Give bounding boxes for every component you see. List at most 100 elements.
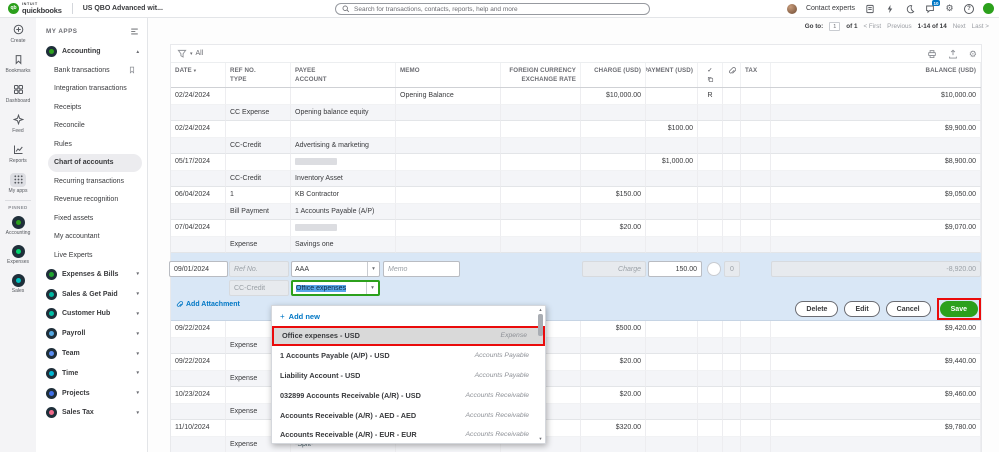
dropdown-item-accounts-receivable-a-r-aed-aed[interactable]: Accounts Receivable (A/R) - AED - AEDAcc…	[272, 405, 545, 425]
cell-tax	[741, 354, 771, 371]
rail-pinned-sales[interactable]: Sales	[0, 269, 36, 298]
filter-icon[interactable]	[177, 49, 187, 59]
rail-item-reports[interactable]: Reports	[0, 138, 36, 168]
rail-item-feed[interactable]: Feed	[0, 108, 36, 138]
chevron-down-icon[interactable]: ▾	[136, 271, 139, 277]
first-page-link[interactable]: < First	[863, 23, 881, 30]
delete-button[interactable]: Delete	[795, 301, 838, 317]
next-page-link[interactable]: Next	[953, 23, 966, 30]
sidebar-section-payroll[interactable]: Payroll▾	[36, 324, 147, 344]
table-settings-icon[interactable]: ⚙	[969, 50, 977, 59]
dark-mode-icon[interactable]	[904, 3, 915, 14]
last-page-link[interactable]: Last >	[972, 23, 989, 30]
rail-item-my-apps[interactable]: My apps	[0, 168, 36, 198]
rail-item-bookmarks[interactable]: Bookmarks	[0, 48, 36, 78]
chevron-down-icon[interactable]: ▾	[136, 410, 139, 416]
sidebar-item-revenue-recognition[interactable]: Revenue recognition	[48, 191, 142, 210]
print-icon[interactable]	[927, 49, 937, 59]
edit-button[interactable]: Edit	[844, 301, 879, 317]
scrollbar-thumb[interactable]	[538, 314, 543, 336]
sidebar-section-sales-tax[interactable]: Sales Tax▾	[36, 403, 147, 423]
rail-item-dashboard[interactable]: Dashboard	[0, 78, 36, 108]
scroll-down-icon[interactable]: ▼	[539, 437, 543, 441]
sidebar-item-recurring-transactions[interactable]: Recurring transactions	[48, 172, 142, 191]
chevron-down-icon[interactable]: ▾	[136, 311, 139, 317]
notifications-icon[interactable]: 10	[924, 3, 935, 14]
cell-date: 05/17/2024	[171, 154, 226, 171]
table-row[interactable]: 02/24/2024Opening Balance$10,000.00R$10,…	[171, 88, 981, 121]
collapse-sidebar-icon[interactable]	[130, 27, 139, 36]
previous-page-link[interactable]: Previous	[887, 23, 912, 30]
sidebar-section-accounting[interactable]: Accounting ▴	[36, 42, 147, 61]
save-button[interactable]: Save	[940, 301, 978, 317]
column-header-attachment	[723, 63, 741, 87]
dropdown-item-liability-account-usd[interactable]: Liability Account - USDAccounts Payable	[272, 366, 545, 386]
page-number-input[interactable]: 1	[829, 22, 840, 31]
sidebar-section-time[interactable]: Time▾	[36, 363, 147, 383]
sidebar-item-reconcile[interactable]: Reconcile	[48, 117, 142, 136]
help-icon[interactable]: ?	[964, 4, 974, 14]
sidebar-item-bank-transactions[interactable]: Bank transactions	[48, 61, 142, 80]
sidebar-item-live-experts[interactable]: Live Experts	[48, 246, 142, 265]
table-row[interactable]: 06/04/20241KB Contractor$150.00$9,050.00…	[171, 187, 981, 220]
dropdown-item-032899-accounts-receivable-a-r-usd[interactable]: 032899 Accounts Receivable (A/R) - USDAc…	[272, 385, 545, 405]
tasks-icon[interactable]	[864, 3, 875, 14]
sidebar-section-sales-get-paid[interactable]: Sales & Get Paid▾	[36, 284, 147, 304]
sidebar-item-integration-transactions[interactable]: Integration transactions	[48, 80, 142, 99]
add-attachment-link[interactable]: Add Attachment	[176, 301, 240, 308]
global-search-input[interactable]: Search for transactions, contacts, repor…	[335, 3, 650, 15]
table-row[interactable]: 02/24/2024$100.00$9,900.00CC-CreditAdver…	[171, 121, 981, 154]
rail-pinned-accounting[interactable]: Accounting	[0, 211, 36, 240]
sidebar-item-rules[interactable]: Rules	[48, 135, 142, 154]
sidebar-section-expenses-bills[interactable]: Expenses & Bills▾	[36, 265, 147, 285]
rail-item-create[interactable]: Create	[0, 18, 36, 48]
sidebar-item-chart-of-accounts[interactable]: Chart of accounts	[48, 154, 142, 173]
dropdown-item-accounts-receivable-a-r-eur-eur[interactable]: Accounts Receivable (A/R) - EUR - EURAcc…	[272, 425, 545, 444]
payee-select[interactable]: AAA ▾	[291, 261, 380, 277]
table-row[interactable]: 05/17/2024$1,000.00$8,900.00CC-CreditInv…	[171, 154, 981, 187]
chevron-down-icon[interactable]: ▾	[190, 51, 193, 57]
payment-input[interactable]: 150.00	[648, 261, 702, 277]
column-header-date[interactable]: DATE▾	[171, 63, 226, 87]
dropdown-item-1-accounts-payable-a-p-usd[interactable]: 1 Accounts Payable (A/P) - USDAccounts P…	[272, 346, 545, 366]
account-select[interactable]: Office expenses ▾	[291, 280, 380, 296]
ref-no-input[interactable]: Ref No.	[229, 261, 289, 277]
sidebar-item-receipts[interactable]: Receipts	[48, 98, 142, 117]
reconcile-checkbox[interactable]	[707, 262, 721, 276]
rail-pinned-expenses[interactable]: Expenses	[0, 240, 36, 269]
charge-input[interactable]: Charge	[582, 261, 646, 277]
chevron-down-icon[interactable]: ▾	[136, 351, 139, 357]
dropdown-scrollbar[interactable]: ▲ ▼	[537, 308, 544, 441]
date-input[interactable]: 09/01/2024	[169, 261, 228, 277]
table-row[interactable]: 07/04/2024$20.00$9,070.00ExpenseSavings …	[171, 220, 981, 253]
export-icon[interactable]	[948, 49, 958, 59]
add-new-option[interactable]: + Add new	[272, 306, 545, 326]
sidebar-section-projects[interactable]: Projects▾	[36, 383, 147, 403]
chevron-down-icon[interactable]: ▾	[136, 331, 139, 337]
cell-balance-value: $9,070.00	[945, 224, 976, 231]
filter-all-label[interactable]: All	[196, 50, 204, 57]
contact-experts-link[interactable]: Contact experts	[806, 5, 855, 12]
scroll-up-icon[interactable]: ▲	[539, 308, 543, 312]
profile-avatar[interactable]	[983, 3, 994, 14]
dropdown-item-office-expenses-usd[interactable]: Office expenses - USDExpense	[272, 326, 545, 346]
chevron-down-icon[interactable]: ▾	[136, 291, 139, 297]
company-tab[interactable]: US QBO Advanced wit...	[83, 5, 163, 12]
settings-icon[interactable]: ⚙	[944, 3, 955, 14]
quickbooks-logo[interactable]: qb intuit quickbooks	[8, 3, 62, 14]
chevron-down-icon[interactable]: ▾	[366, 282, 378, 294]
cancel-button[interactable]: Cancel	[886, 301, 931, 317]
chevron-down-icon[interactable]: ▾	[136, 370, 139, 376]
memo-input[interactable]: Memo	[383, 261, 460, 277]
sidebar-section-team[interactable]: Team▾	[36, 344, 147, 364]
sidebar-section-customer-hub[interactable]: Customer Hub▾	[36, 304, 147, 324]
chevron-down-icon[interactable]: ▾	[367, 262, 379, 276]
quick-actions-icon[interactable]	[884, 3, 895, 14]
sidebar-item-my-accountant[interactable]: My accountant	[48, 228, 142, 247]
bookmark-icon[interactable]	[128, 66, 136, 74]
chevron-up-icon[interactable]: ▴	[136, 49, 139, 55]
cell-ref: CC-Credit	[226, 138, 291, 155]
chevron-down-icon[interactable]: ▾	[136, 390, 139, 396]
sidebar-item-fixed-assets[interactable]: Fixed assets	[48, 209, 142, 228]
sidebar-item-label: Reconcile	[54, 122, 85, 129]
